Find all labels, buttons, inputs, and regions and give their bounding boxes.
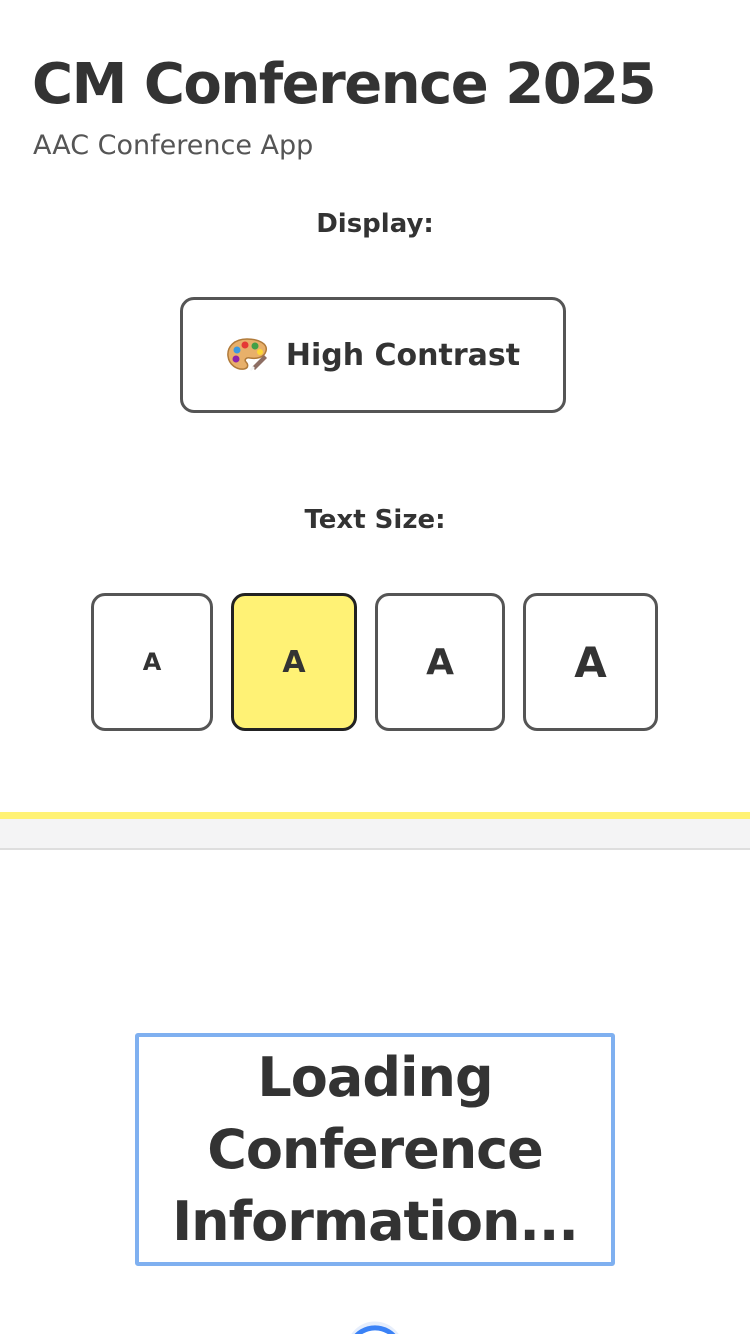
app-subtitle: AAC Conference App [33,130,314,161]
text-size-large-button[interactable]: A [523,593,658,731]
yellow-divider [0,812,750,819]
palette-icon [226,337,268,373]
high-contrast-button[interactable]: High Contrast [180,297,566,413]
text-size-smallest-button[interactable]: A [91,593,213,731]
text-size-medium-button[interactable]: A [375,593,505,731]
loading-message: Loading Conference Information... [172,1045,579,1253]
settings-page: CM Conference 2025 AAC Conference App Di… [0,0,750,1334]
app-title: CM Conference 2025 [32,52,657,117]
loading-status: Loading Conference Information... [135,1033,615,1266]
high-contrast-label: High Contrast [285,337,521,373]
display-label: Display: [316,209,434,239]
text-size-small-button[interactable]: A [231,593,357,731]
text-size-label: Text Size: [304,505,446,535]
loading-spinner-icon [351,1321,399,1334]
nav-strip [0,819,750,850]
